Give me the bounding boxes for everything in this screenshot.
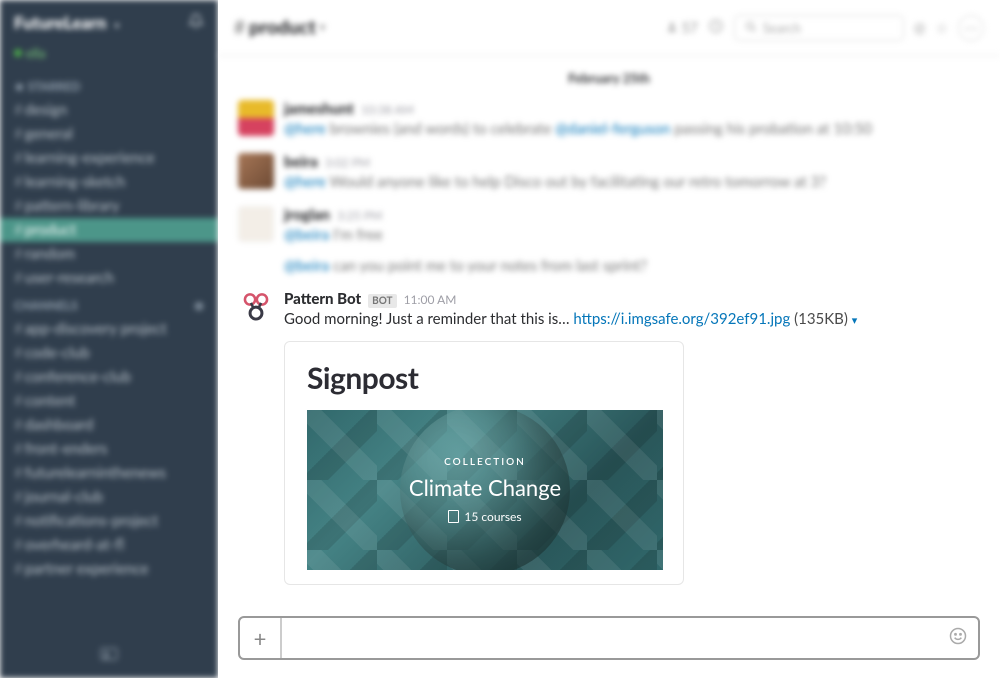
signpost-image: COLLECTION Climate Change 15 courses	[307, 410, 663, 570]
channels-header[interactable]: CHANNELS ⊕	[0, 290, 218, 317]
message-input[interactable]	[282, 618, 938, 658]
star-outline-icon[interactable]: ☆	[935, 19, 948, 37]
message: jroglan 3:25 PM @beira I'm free @beira c…	[238, 200, 980, 285]
message-author[interactable]: beira	[284, 153, 318, 171]
attachment-card[interactable]: Signpost COLLECTION Climate Change 15 co…	[284, 341, 684, 585]
message-time: 3:02 PM	[325, 155, 370, 170]
sidebar-item[interactable]: #dashboard	[0, 413, 218, 437]
sidebar-item[interactable]: #code-club	[0, 341, 218, 365]
chevron-down-icon: ▾	[114, 20, 119, 32]
message-author[interactable]: jroglan	[284, 206, 330, 224]
sidebar-item-learning-experience[interactable]: #learning-experience	[0, 146, 218, 170]
signpost-heading: Climate Change	[409, 474, 561, 501]
message-author[interactable]: jameshunt	[284, 100, 354, 118]
message-link[interactable]: https://i.imgsafe.org/392ef91.jpg	[573, 310, 790, 328]
workspace-name: FutureLearn	[14, 12, 106, 33]
sidebar-item-general[interactable]: #general	[0, 122, 218, 146]
presence-dot-icon	[14, 49, 22, 57]
member-count-value: 57	[681, 19, 697, 36]
date-divider: February 25th	[238, 56, 980, 94]
message-author[interactable]: Pattern Bot	[284, 290, 361, 308]
channel-header: # product ▾ 57 Se	[218, 0, 1000, 56]
sidebar: FutureLearn ▾ ella ★ STARRED #design #ge…	[0, 0, 218, 678]
more-button[interactable]: ⋯	[958, 15, 984, 41]
message: beira 3:02 PM @here Would anyone like to…	[238, 147, 980, 200]
team-directory-icon[interactable]	[99, 646, 119, 666]
attachment-title: Signpost	[285, 360, 683, 410]
sidebar-footer	[0, 634, 218, 678]
message-text: @here Would anyone like to help Disco ou…	[284, 172, 980, 194]
sidebar-item[interactable]: #app-discovery project	[0, 317, 218, 341]
sidebar-item-user-research[interactable]: #user-research	[0, 266, 218, 290]
avatar[interactable]	[238, 153, 274, 189]
bot-badge: BOT	[368, 294, 396, 308]
search-placeholder: Search	[763, 20, 801, 36]
plus-circle-icon[interactable]: ⊕	[194, 298, 204, 313]
channel-list: #app-discovery project #code-club #confe…	[0, 317, 218, 581]
presence-user: ella	[26, 45, 45, 61]
signpost-sub: 15 courses	[409, 509, 561, 524]
search-icon	[745, 20, 757, 36]
member-count[interactable]: 57	[666, 19, 697, 36]
clock-icon[interactable]	[708, 18, 724, 37]
message-composer: +	[218, 606, 1000, 678]
channels-label: CHANNELS	[14, 298, 78, 313]
workspace-header[interactable]: FutureLearn ▾	[0, 0, 218, 45]
message-time: 10:38 AM	[361, 102, 414, 117]
sidebar-item[interactable]: #futurelearninthenews	[0, 461, 218, 485]
person-icon	[666, 19, 678, 36]
collapse-icon[interactable]: ▾	[852, 314, 858, 327]
presence-indicator: ella	[0, 45, 218, 71]
message-time: 3:25 PM	[337, 208, 382, 223]
message: jameshunt 10:38 AM @here brownies (and w…	[238, 94, 980, 147]
sidebar-item[interactable]: #overheard-at-fl	[0, 533, 218, 557]
starred-label: ★ STARRED	[14, 79, 80, 94]
document-icon	[448, 510, 459, 523]
plus-icon: +	[254, 625, 267, 652]
sidebar-item[interactable]: #front-enders	[0, 437, 218, 461]
bell-icon[interactable]	[188, 13, 204, 33]
more-horizontal-icon: ⋯	[964, 19, 978, 37]
chevron-down-icon: ▾	[320, 21, 326, 34]
sidebar-item[interactable]: #journal-club	[0, 485, 218, 509]
sidebar-item-random[interactable]: #random	[0, 242, 218, 266]
sidebar-item-design[interactable]: #design	[0, 98, 218, 122]
channel-title[interactable]: # product ▾	[234, 16, 325, 39]
signpost-label: COLLECTION	[409, 456, 561, 468]
message-time: 11:00 AM	[404, 292, 457, 307]
bot-avatar[interactable]	[238, 290, 274, 326]
file-size: (135KB)	[794, 310, 848, 328]
mentions-icon[interactable]: @	[914, 19, 926, 36]
smile-icon	[948, 626, 968, 650]
avatar[interactable]	[238, 100, 274, 136]
avatar[interactable]	[238, 206, 274, 242]
sidebar-item[interactable]: #partner experience	[0, 557, 218, 581]
sidebar-item-product[interactable]: #product	[0, 218, 218, 242]
sidebar-item[interactable]: #notifications-project	[0, 509, 218, 533]
message-text: @here brownies (and words) to celebrate …	[284, 119, 980, 141]
sidebar-item[interactable]: #content	[0, 389, 218, 413]
starred-header: ★ STARRED	[0, 71, 218, 98]
attach-button[interactable]: +	[240, 618, 282, 658]
message-text: @beira I'm free	[284, 225, 980, 247]
message-text: Good morning! Just a reminder that this …	[284, 309, 980, 331]
search-input[interactable]: Search	[734, 15, 904, 41]
sidebar-item[interactable]: #conference-club	[0, 365, 218, 389]
message-list[interactable]: February 25th jameshunt 10:38 AM @here b…	[218, 56, 1000, 606]
header-meta: 57 Search @ ☆ ⋯	[666, 15, 984, 41]
hash-icon: #	[234, 16, 245, 39]
sidebar-item-learning-sketch[interactable]: #learning-sketch	[0, 170, 218, 194]
message-text: @beira can you point me to your notes fr…	[284, 256, 980, 278]
starred-list: #design #general #learning-experience #l…	[0, 98, 218, 290]
channel-name: product	[249, 16, 316, 39]
bot-message: Pattern Bot BOT 11:00 AM Good morning! J…	[238, 284, 980, 591]
emoji-button[interactable]	[938, 626, 978, 650]
main-panel: # product ▾ 57 Se	[218, 0, 1000, 678]
composer-box: +	[238, 616, 980, 660]
sidebar-item-pattern-library[interactable]: #pattern-library	[0, 194, 218, 218]
